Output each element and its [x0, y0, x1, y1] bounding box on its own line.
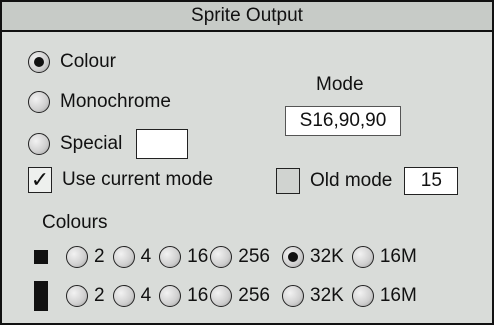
- radio-unselected-icon[interactable]: [351, 285, 374, 307]
- tall-pixel-swatch: [34, 281, 48, 311]
- mode-label-row: Mode: [316, 74, 364, 96]
- sprite-output-window: Sprite Output Colour Monochrome Special …: [0, 0, 494, 325]
- title-bar[interactable]: Sprite Output: [2, 2, 492, 32]
- colours-row1-2: 2: [94, 246, 105, 267]
- old-mode[interactable]: Old mode 15: [276, 167, 459, 195]
- radio-unselected-icon[interactable]: [112, 285, 135, 307]
- option-colour-label: Colour: [60, 51, 116, 72]
- radio-unselected-icon[interactable]: [66, 246, 88, 268]
- window-title: Sprite Output: [191, 5, 303, 26]
- option-special-label: Special: [60, 133, 123, 154]
- checkbox-unchecked-icon[interactable]: [276, 168, 300, 194]
- use-current-mode-label: Use current mode: [62, 169, 214, 190]
- radio-unselected-icon[interactable]: [210, 246, 233, 268]
- colours-row1-4: 4: [140, 246, 152, 267]
- colours-row-2: 2 4 16 256 32K 16M: [34, 281, 425, 311]
- radio-selected-icon[interactable]: [282, 246, 304, 268]
- special-field[interactable]: [136, 129, 189, 159]
- option-colour[interactable]: Colour: [28, 51, 116, 73]
- colours-row1-16: 16: [187, 246, 209, 267]
- option-special[interactable]: Special: [28, 129, 189, 159]
- radio-unselected-icon[interactable]: [28, 133, 50, 155]
- mode-label: Mode: [316, 74, 364, 95]
- radio-unselected-icon[interactable]: [159, 246, 182, 268]
- mode-field-row: S16,90,90: [285, 106, 401, 136]
- option-monochrome[interactable]: Monochrome: [28, 91, 171, 113]
- colours-row2-16m: 16M: [379, 285, 417, 306]
- colours-row1-32k: 32K: [310, 246, 344, 267]
- radio-unselected-icon[interactable]: [159, 285, 182, 307]
- colours-row2-16: 16: [187, 285, 209, 306]
- radio-selected-icon[interactable]: [28, 51, 50, 73]
- colours-row2-2: 2: [94, 285, 105, 306]
- mode-field[interactable]: S16,90,90: [285, 106, 401, 136]
- radio-unselected-icon[interactable]: [66, 285, 88, 307]
- old-mode-field[interactable]: 15: [404, 167, 459, 195]
- small-pixel-swatch: [34, 250, 48, 264]
- radio-unselected-icon[interactable]: [210, 285, 233, 307]
- radio-unselected-icon[interactable]: [28, 91, 50, 113]
- colours-row-1: 2 4 16 256 32K 16M: [34, 246, 425, 268]
- colours-label: Colours: [42, 212, 108, 233]
- use-current-mode[interactable]: ✓ Use current mode: [28, 167, 213, 193]
- old-mode-label: Old mode: [310, 170, 393, 191]
- radio-unselected-icon[interactable]: [282, 285, 304, 307]
- window-content: Colour Monochrome Special Mode S16,90,90…: [2, 34, 492, 323]
- radio-unselected-icon[interactable]: [112, 246, 135, 268]
- option-monochrome-label: Monochrome: [60, 91, 171, 112]
- radio-unselected-icon[interactable]: [351, 246, 374, 268]
- colours-row2-32k: 32K: [310, 285, 344, 306]
- colours-row1-16m: 16M: [379, 246, 417, 267]
- colours-row2-4: 4: [140, 285, 152, 306]
- checkbox-checked-icon[interactable]: ✓: [28, 167, 52, 193]
- colours-row2-256: 256: [238, 285, 270, 306]
- colours-row1-256: 256: [238, 246, 270, 267]
- colours-label-row: Colours: [42, 212, 107, 234]
